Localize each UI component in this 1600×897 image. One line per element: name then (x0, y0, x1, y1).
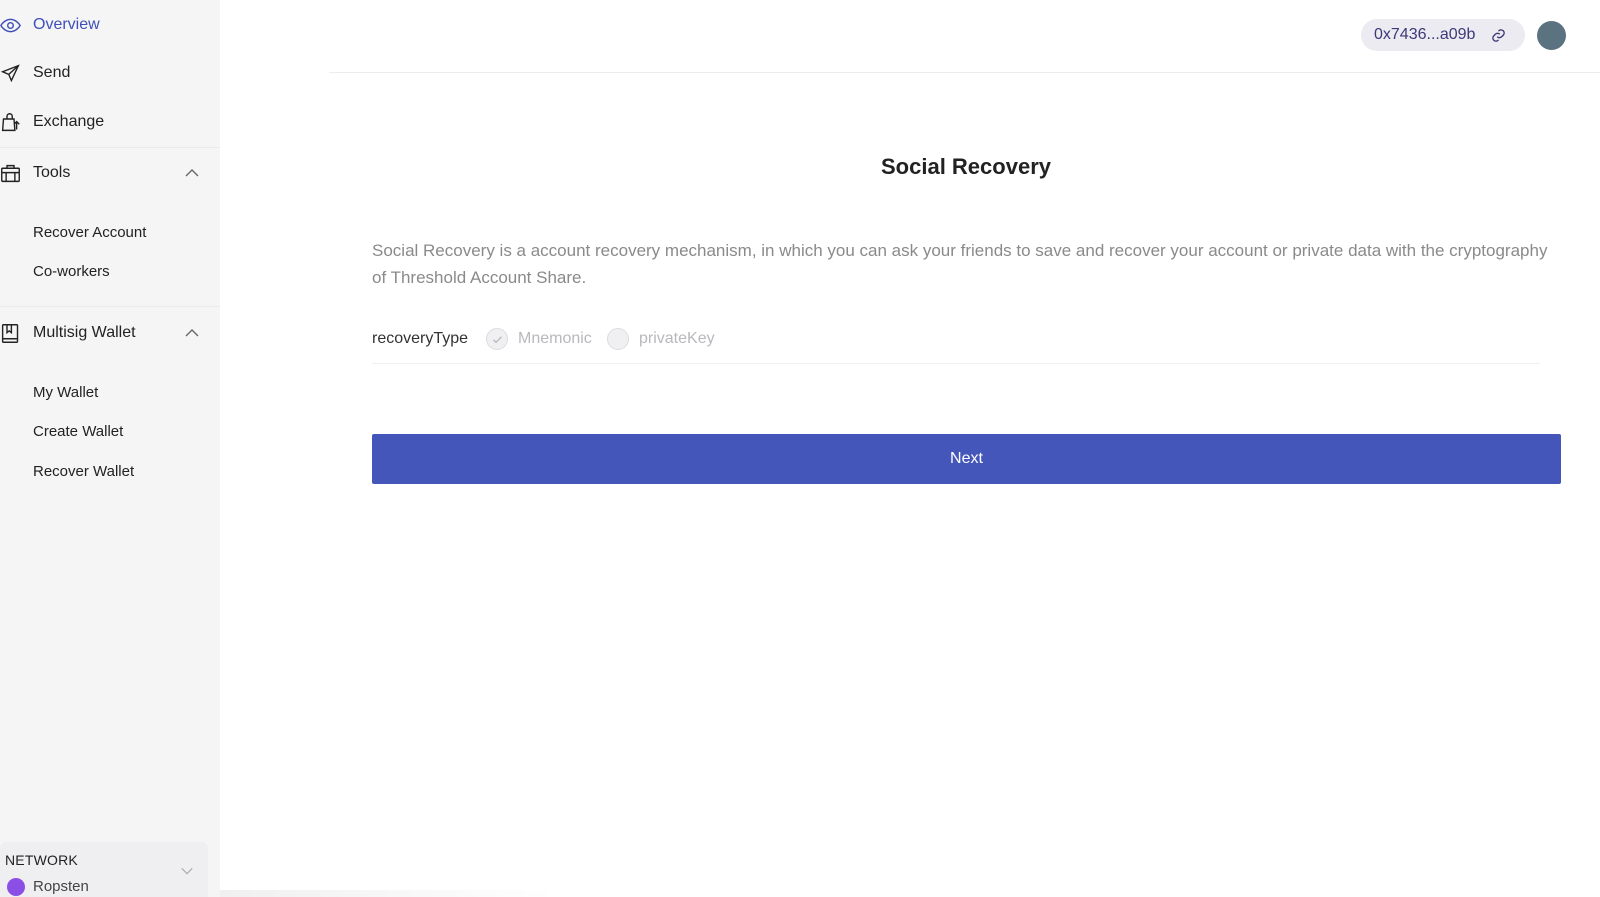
network-title: NETWORK (5, 852, 78, 868)
nav-item-overview[interactable]: Overview (0, 10, 210, 40)
footer-shadow (220, 890, 560, 897)
sidebar-divider (0, 147, 220, 148)
page-title: Social Recovery (881, 154, 1051, 179)
radio-private-key[interactable] (607, 328, 629, 350)
nav-label-send: Send (33, 64, 71, 81)
account-address: 0x7436...a09b (1374, 26, 1476, 43)
avatar[interactable] (1537, 21, 1566, 50)
recovery-type-label: recoveryType (372, 330, 469, 347)
eye-icon (0, 14, 22, 36)
exchange-icon (0, 111, 22, 133)
nav-label-tools: Tools (33, 164, 71, 181)
link-icon (1492, 29, 1505, 42)
sidebar-divider (0, 306, 220, 307)
radio-label-mnemonic[interactable]: Mnemonic (518, 330, 592, 348)
send-icon (0, 62, 22, 84)
nav-item-multisig-wallet[interactable]: Multisig Wallet (0, 318, 210, 348)
radio-label-private-key[interactable]: privateKey (639, 330, 715, 348)
sidebar-item-co-workers[interactable]: Co-workers (33, 261, 110, 283)
sidebar-item-create-wallet[interactable]: Create Wallet (33, 421, 123, 443)
form-divider (372, 363, 1540, 364)
nav-label-multisig-wallet: Multisig Wallet (33, 324, 136, 341)
sidebar-item-my-wallet[interactable]: My Wallet (33, 382, 98, 404)
wallet-icon (0, 322, 22, 344)
next-button[interactable]: Next (372, 434, 1561, 484)
chevron-up-icon (185, 169, 199, 177)
nav-item-tools[interactable]: Tools (0, 158, 210, 188)
account-address-pill[interactable]: 0x7436...a09b (1361, 19, 1525, 51)
sidebar-item-recover-wallet[interactable]: Recover Wallet (33, 461, 134, 483)
network-name: Ropsten (33, 878, 89, 895)
toolbox-icon (0, 162, 22, 184)
sidebar: Overview Send Exchange Tools Recover Acc… (0, 0, 220, 897)
nav-label-exchange: Exchange (33, 113, 105, 130)
chevron-up-icon (185, 329, 199, 337)
radio-mnemonic[interactable] (486, 328, 508, 350)
check-icon (492, 336, 503, 344)
chevron-down-icon (181, 867, 193, 875)
nav-item-send[interactable]: Send (0, 58, 210, 88)
nav-label-overview: Overview (33, 16, 100, 33)
header-divider (329, 72, 1600, 73)
network-status-dot (7, 878, 25, 896)
nav-item-exchange[interactable]: Exchange (0, 107, 210, 137)
network-selector[interactable]: NETWORK Ropsten (0, 842, 208, 897)
page-description: Social Recovery is a account recovery me… (372, 241, 1548, 287)
sidebar-item-recover-account[interactable]: Recover Account (33, 222, 146, 244)
